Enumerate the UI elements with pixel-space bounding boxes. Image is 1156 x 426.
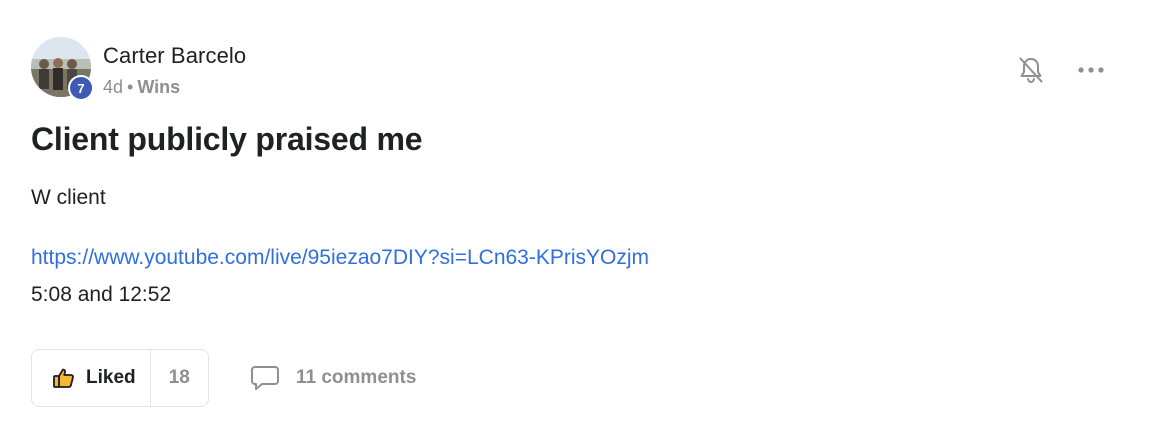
author-avatar-container[interactable]: 7 xyxy=(31,37,94,101)
comments-button[interactable]: 11 comments xyxy=(250,364,416,392)
more-options-button[interactable] xyxy=(1075,57,1107,83)
post-meta: 4d • Wins xyxy=(103,77,180,98)
bell-off-icon xyxy=(1019,57,1043,84)
post-card: 7 Carter Barcelo 4d • Wins Client publicly… xyxy=(0,0,1156,426)
author-name[interactable]: Carter Barcelo xyxy=(103,43,246,69)
like-control: Liked 18 xyxy=(31,349,209,407)
like-count[interactable]: 18 xyxy=(151,350,208,406)
comment-icon xyxy=(251,366,279,390)
meta-separator: • xyxy=(127,77,134,97)
post-link[interactable]: https://www.youtube.com/live/95iezao7DIY… xyxy=(31,246,649,270)
notification-toggle-button[interactable] xyxy=(1016,55,1046,85)
post-timestamps: 5:08 and 12:52 xyxy=(31,283,172,306)
thumbs-up-icon xyxy=(53,368,74,388)
post-body: W client xyxy=(31,186,106,209)
comments-label: 11 comments xyxy=(296,367,417,388)
like-button[interactable]: Liked xyxy=(32,350,151,406)
post-title: Client publicly praised me xyxy=(31,121,423,157)
like-label: Liked xyxy=(86,367,136,388)
more-horizontal-icon xyxy=(1078,67,1104,73)
post-time: 4d xyxy=(103,77,124,97)
level-badge: 7 xyxy=(68,75,94,101)
post-category[interactable]: Wins xyxy=(137,77,180,97)
